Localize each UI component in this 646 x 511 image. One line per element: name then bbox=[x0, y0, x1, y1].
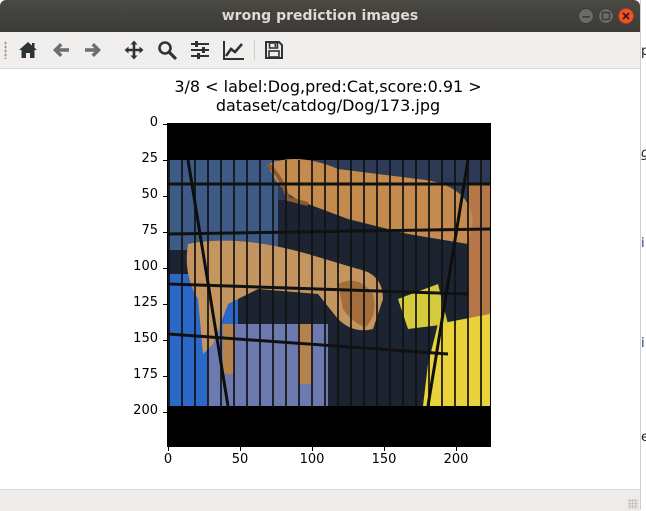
y-tick-mark bbox=[163, 340, 167, 341]
figure-window: wrong prediction images 3/8 < label:Dog,… bbox=[0, 0, 640, 511]
status-bar bbox=[0, 489, 640, 511]
x-tick-mark bbox=[168, 447, 169, 451]
y-tick-mark bbox=[163, 304, 167, 305]
close-button[interactable] bbox=[618, 8, 634, 24]
arrow-right-icon bbox=[85, 43, 101, 57]
y-tick-mark bbox=[163, 376, 167, 377]
x-tick-mark bbox=[456, 447, 457, 451]
y-tick-mark bbox=[163, 268, 167, 269]
y-tick-label: 100 bbox=[133, 259, 158, 274]
x-tick-mark bbox=[240, 447, 241, 451]
x-tick-label: 100 bbox=[299, 452, 325, 467]
sliders-icon bbox=[191, 41, 209, 59]
y-tick-label: 200 bbox=[133, 403, 158, 418]
y-tick-mark bbox=[163, 412, 167, 413]
y-tick-label: 175 bbox=[133, 367, 158, 382]
maximize-button[interactable] bbox=[598, 8, 614, 24]
y-tick-mark bbox=[163, 160, 167, 161]
minimize-icon bbox=[582, 16, 590, 18]
x-tick-mark bbox=[384, 447, 385, 451]
save-button[interactable] bbox=[260, 36, 288, 64]
y-tick-mark bbox=[163, 124, 167, 125]
x-tick-label: 150 bbox=[371, 452, 397, 467]
home-button[interactable] bbox=[14, 36, 42, 64]
back-button[interactable] bbox=[47, 36, 75, 64]
close-icon bbox=[622, 12, 630, 20]
title-bar[interactable]: wrong prediction images bbox=[0, 0, 640, 32]
minimize-button[interactable] bbox=[578, 8, 594, 24]
y-tick-label: 0 bbox=[149, 115, 158, 130]
background-text: e bbox=[641, 430, 646, 445]
pan-button[interactable] bbox=[120, 36, 148, 64]
y-tick-label: 125 bbox=[133, 295, 158, 310]
window-title: wrong prediction images bbox=[221, 8, 419, 24]
background-text: i bbox=[641, 236, 645, 251]
toolbar-separator bbox=[254, 40, 255, 60]
x-tick-label: 200 bbox=[443, 452, 469, 467]
navigation-toolbar bbox=[0, 32, 640, 69]
maximize-icon bbox=[601, 11, 611, 21]
y-tick-label: 150 bbox=[133, 331, 158, 346]
x-tick-label: 50 bbox=[231, 452, 249, 467]
line-chart-icon bbox=[223, 41, 244, 60]
arrow-left-icon bbox=[53, 43, 69, 57]
plot-subtitle: dataset/catdog/Dog/173.jpg bbox=[215, 96, 441, 115]
resize-grip[interactable] bbox=[628, 499, 638, 509]
y-tick-mark bbox=[163, 196, 167, 197]
home-icon bbox=[19, 42, 37, 58]
configure-subplots-button[interactable] bbox=[186, 36, 214, 64]
background-text: g bbox=[641, 146, 646, 161]
zoom-button[interactable] bbox=[153, 36, 181, 64]
image-axes[interactable] bbox=[167, 123, 491, 447]
y-tick-label: 50 bbox=[141, 187, 158, 202]
forward-button[interactable] bbox=[79, 36, 107, 64]
background-text: i bbox=[641, 336, 645, 351]
save-icon bbox=[265, 41, 283, 59]
x-tick-label: 0 bbox=[163, 452, 173, 467]
zoom-icon bbox=[158, 41, 177, 60]
y-tick-mark bbox=[163, 232, 167, 233]
x-tick-mark bbox=[312, 447, 313, 451]
edit-axis-button[interactable] bbox=[219, 36, 247, 64]
toolbar-grip[interactable] bbox=[4, 41, 7, 59]
dog-crate-photo bbox=[168, 124, 490, 446]
background-text: p bbox=[641, 44, 646, 59]
move-icon bbox=[124, 40, 144, 60]
plot-title: 3/8 < label:Dog,pred:Cat,score:0.91 > bbox=[174, 77, 482, 96]
y-tick-label: 75 bbox=[141, 223, 158, 238]
figure-canvas[interactable]: 3/8 < label:Dog,pred:Cat,score:0.91 > da… bbox=[0, 69, 640, 489]
y-tick-label: 25 bbox=[141, 151, 158, 166]
